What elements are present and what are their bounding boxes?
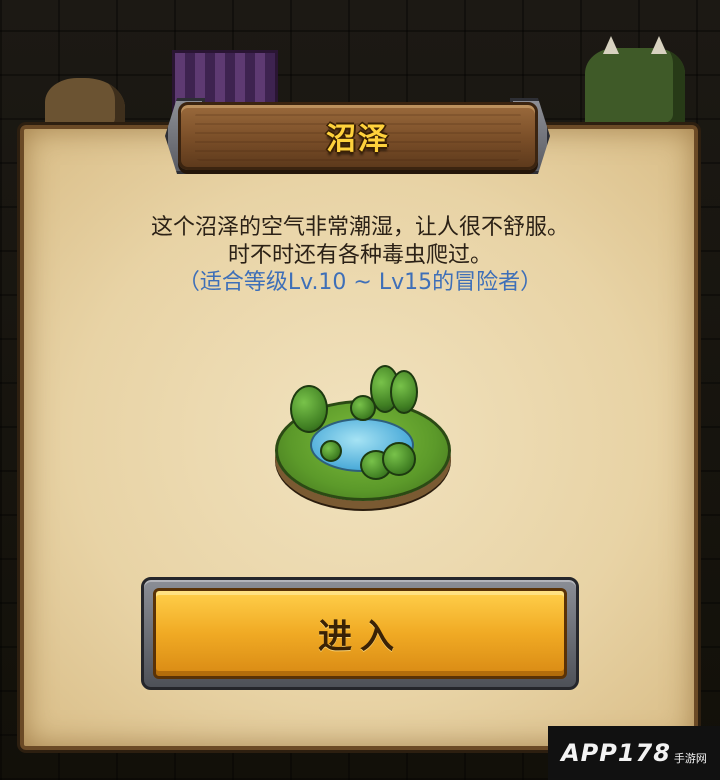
bush (382, 442, 416, 476)
watermark-brand: APP178 (561, 739, 671, 767)
description-line-2: 时不时还有各种毒虫爬过。 (227, 243, 492, 268)
tree (290, 385, 328, 433)
enter-button[interactable]: 进入 (153, 588, 567, 679)
monster-lair-icon (585, 36, 685, 133)
enter-button-label: 进入 (318, 617, 402, 657)
bush (320, 440, 342, 462)
bush (350, 395, 376, 421)
title-plank: 沼泽 (178, 102, 538, 170)
dialog-title: 沼泽 (326, 122, 390, 157)
description-line-1: 这个沼泽的空气非常潮湿，让人很不舒服。 (150, 215, 569, 240)
swamp-island-icon (270, 360, 451, 501)
tree (390, 370, 418, 414)
watermark-logo: APP178 手游网 (548, 726, 720, 780)
watermark-sub: 手游网 (673, 752, 707, 765)
level-requirement: （适合等级Lv.10 ~ Lv15的冒险者） (177, 270, 543, 295)
